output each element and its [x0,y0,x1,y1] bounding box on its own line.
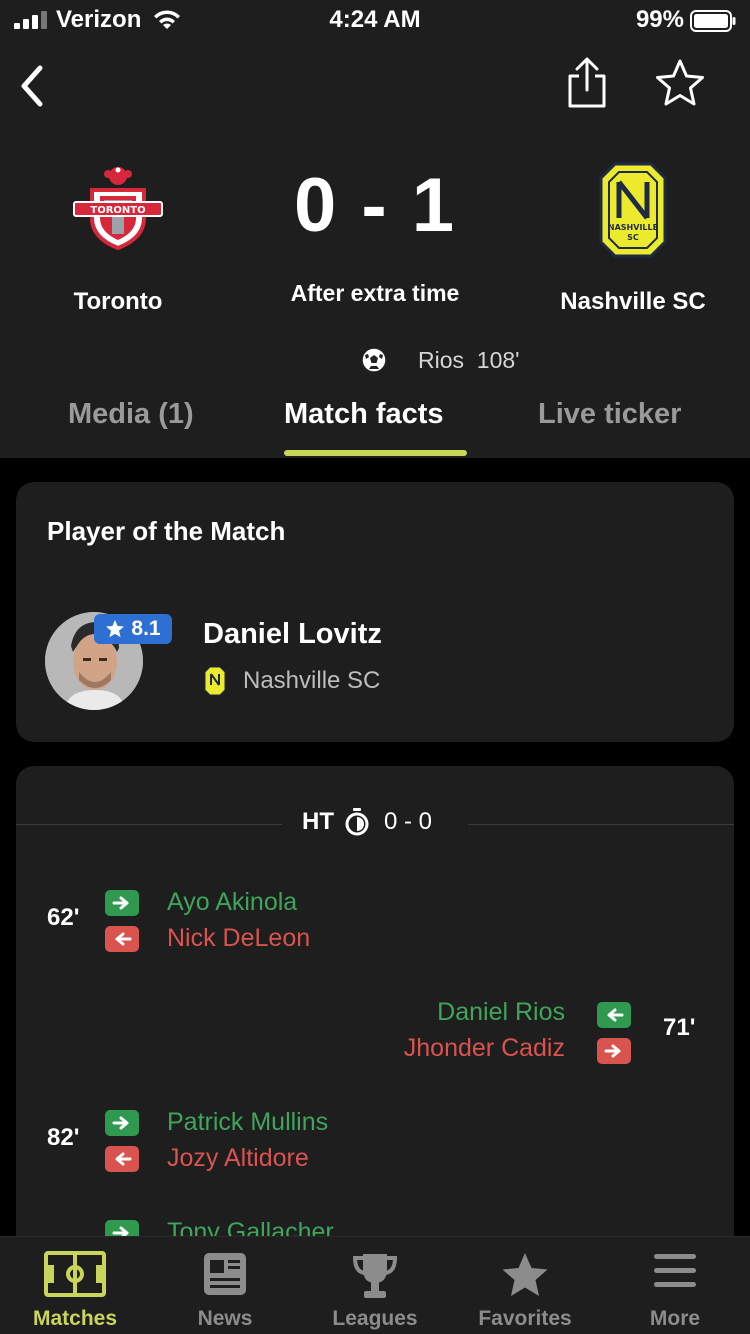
battery-icon [690,10,736,32]
match-tabs: Media (1) Match facts Live ticker [0,398,750,458]
nav-label: Favorites [478,1307,572,1330]
player-out-name[interactable]: Jozy Altidore [167,1144,309,1173]
svg-text:SC: SC [627,233,639,242]
substitution-event[interactable]: 82' Patrick Mullins Jozy Altidore [16,1104,734,1184]
rating-star-icon [106,620,125,638]
player-out-name[interactable]: Jhonder Cadiz [404,1034,565,1063]
goal-minute: 108' [476,346,520,373]
player-of-match-card[interactable]: Player of the Match 8.1 Daniel Lovitz Na… [16,482,734,742]
player-in-name[interactable]: Ayo Akinola [167,888,297,917]
nav-matches[interactable]: Matches [0,1237,150,1334]
svg-text:TORONTO: TORONTO [90,205,145,216]
score: 0 - 1 [293,163,457,248]
player-in-name[interactable]: Patrick Mullins [167,1108,328,1137]
star-icon [502,1253,548,1296]
tab-match-facts[interactable]: Match facts [284,398,444,431]
battery-percent: 99% [635,6,684,33]
substitution-event[interactable]: 62' Ayo Akinola Nick DeLeon [16,884,734,964]
potm-team: Nashville SC [203,666,380,696]
newspaper-icon [204,1253,246,1295]
svg-text:NASHVILLE: NASHVILLE [608,223,658,232]
halftime-text: HT [302,808,334,835]
divider-line [16,824,282,825]
menu-icon [654,1254,696,1287]
sub-in-icon [105,890,139,916]
sub-out-icon [105,1146,139,1172]
active-tab-indicator [284,450,467,456]
nav-label: Leagues [332,1307,418,1330]
favorite-star-icon[interactable] [654,58,706,108]
halftime-divider: HT 0 - 0 [16,806,734,842]
share-icon[interactable] [564,56,610,110]
sub-in-icon [597,1002,631,1028]
event-minute: 62' [47,904,80,931]
nav-favorites[interactable]: Favorites [450,1237,600,1334]
nav-leagues[interactable]: Leagues [300,1237,450,1334]
nav-label: Matches [32,1307,118,1330]
player-in-name[interactable]: Daniel Rios [437,998,565,1027]
stopwatch-icon [345,808,369,836]
nashville-crest-icon: NASHVILLE SC [599,162,667,258]
rating-value: 8.1 [131,617,161,640]
nav-label: News [197,1307,253,1330]
away-team[interactable]: NASHVILLE SC Nashville SC [513,160,750,316]
away-team-name: Nashville SC [560,288,706,315]
bottom-nav: Matches News Leagues Favorites More [0,1236,750,1334]
nashville-crest-small-icon [204,666,226,696]
back-icon[interactable] [14,62,50,110]
goal-scorer-row: Rios 108' [360,346,520,374]
match-status: After extra time [290,280,460,306]
status-bar: Verizon 4:24 AM 99% [0,0,750,40]
halftime-score: 0 - 0 [384,808,433,835]
potm-player-name: Daniel Lovitz [203,618,382,650]
sub-in-icon [105,1110,139,1136]
soccer-ball-icon [361,347,387,373]
sub-out-icon [597,1038,631,1064]
event-minute: 82' [47,1124,80,1151]
goal-scorer-name: Rios [418,346,465,373]
tab-live-ticker[interactable]: Live ticker [538,398,681,431]
halftime-label: HT 0 - 0 [302,808,432,836]
divider-line [468,824,734,825]
rating-badge: 8.1 [94,614,172,644]
potm-title: Player of the Match [47,516,286,546]
player-out-name[interactable]: Nick DeLeon [167,924,310,953]
nav-label: More [649,1307,701,1330]
substitution-event[interactable]: Daniel Rios Jhonder Cadiz 71' [16,994,734,1074]
nav-news[interactable]: News [150,1237,300,1334]
nav-more[interactable]: More [600,1237,750,1334]
sub-out-icon [105,926,139,952]
trophy-icon [352,1254,398,1298]
event-minute: 71' [663,1014,696,1041]
tab-media[interactable]: Media (1) [68,398,194,431]
goal-scorer-text: Rios 108' [418,347,520,374]
potm-team-name: Nashville SC [243,667,381,694]
toronto-crest-icon: TORONTO [73,167,163,251]
pitch-icon [44,1251,106,1297]
match-header: TORONTO Toronto 0 - 1 After extra time N… [0,40,750,458]
